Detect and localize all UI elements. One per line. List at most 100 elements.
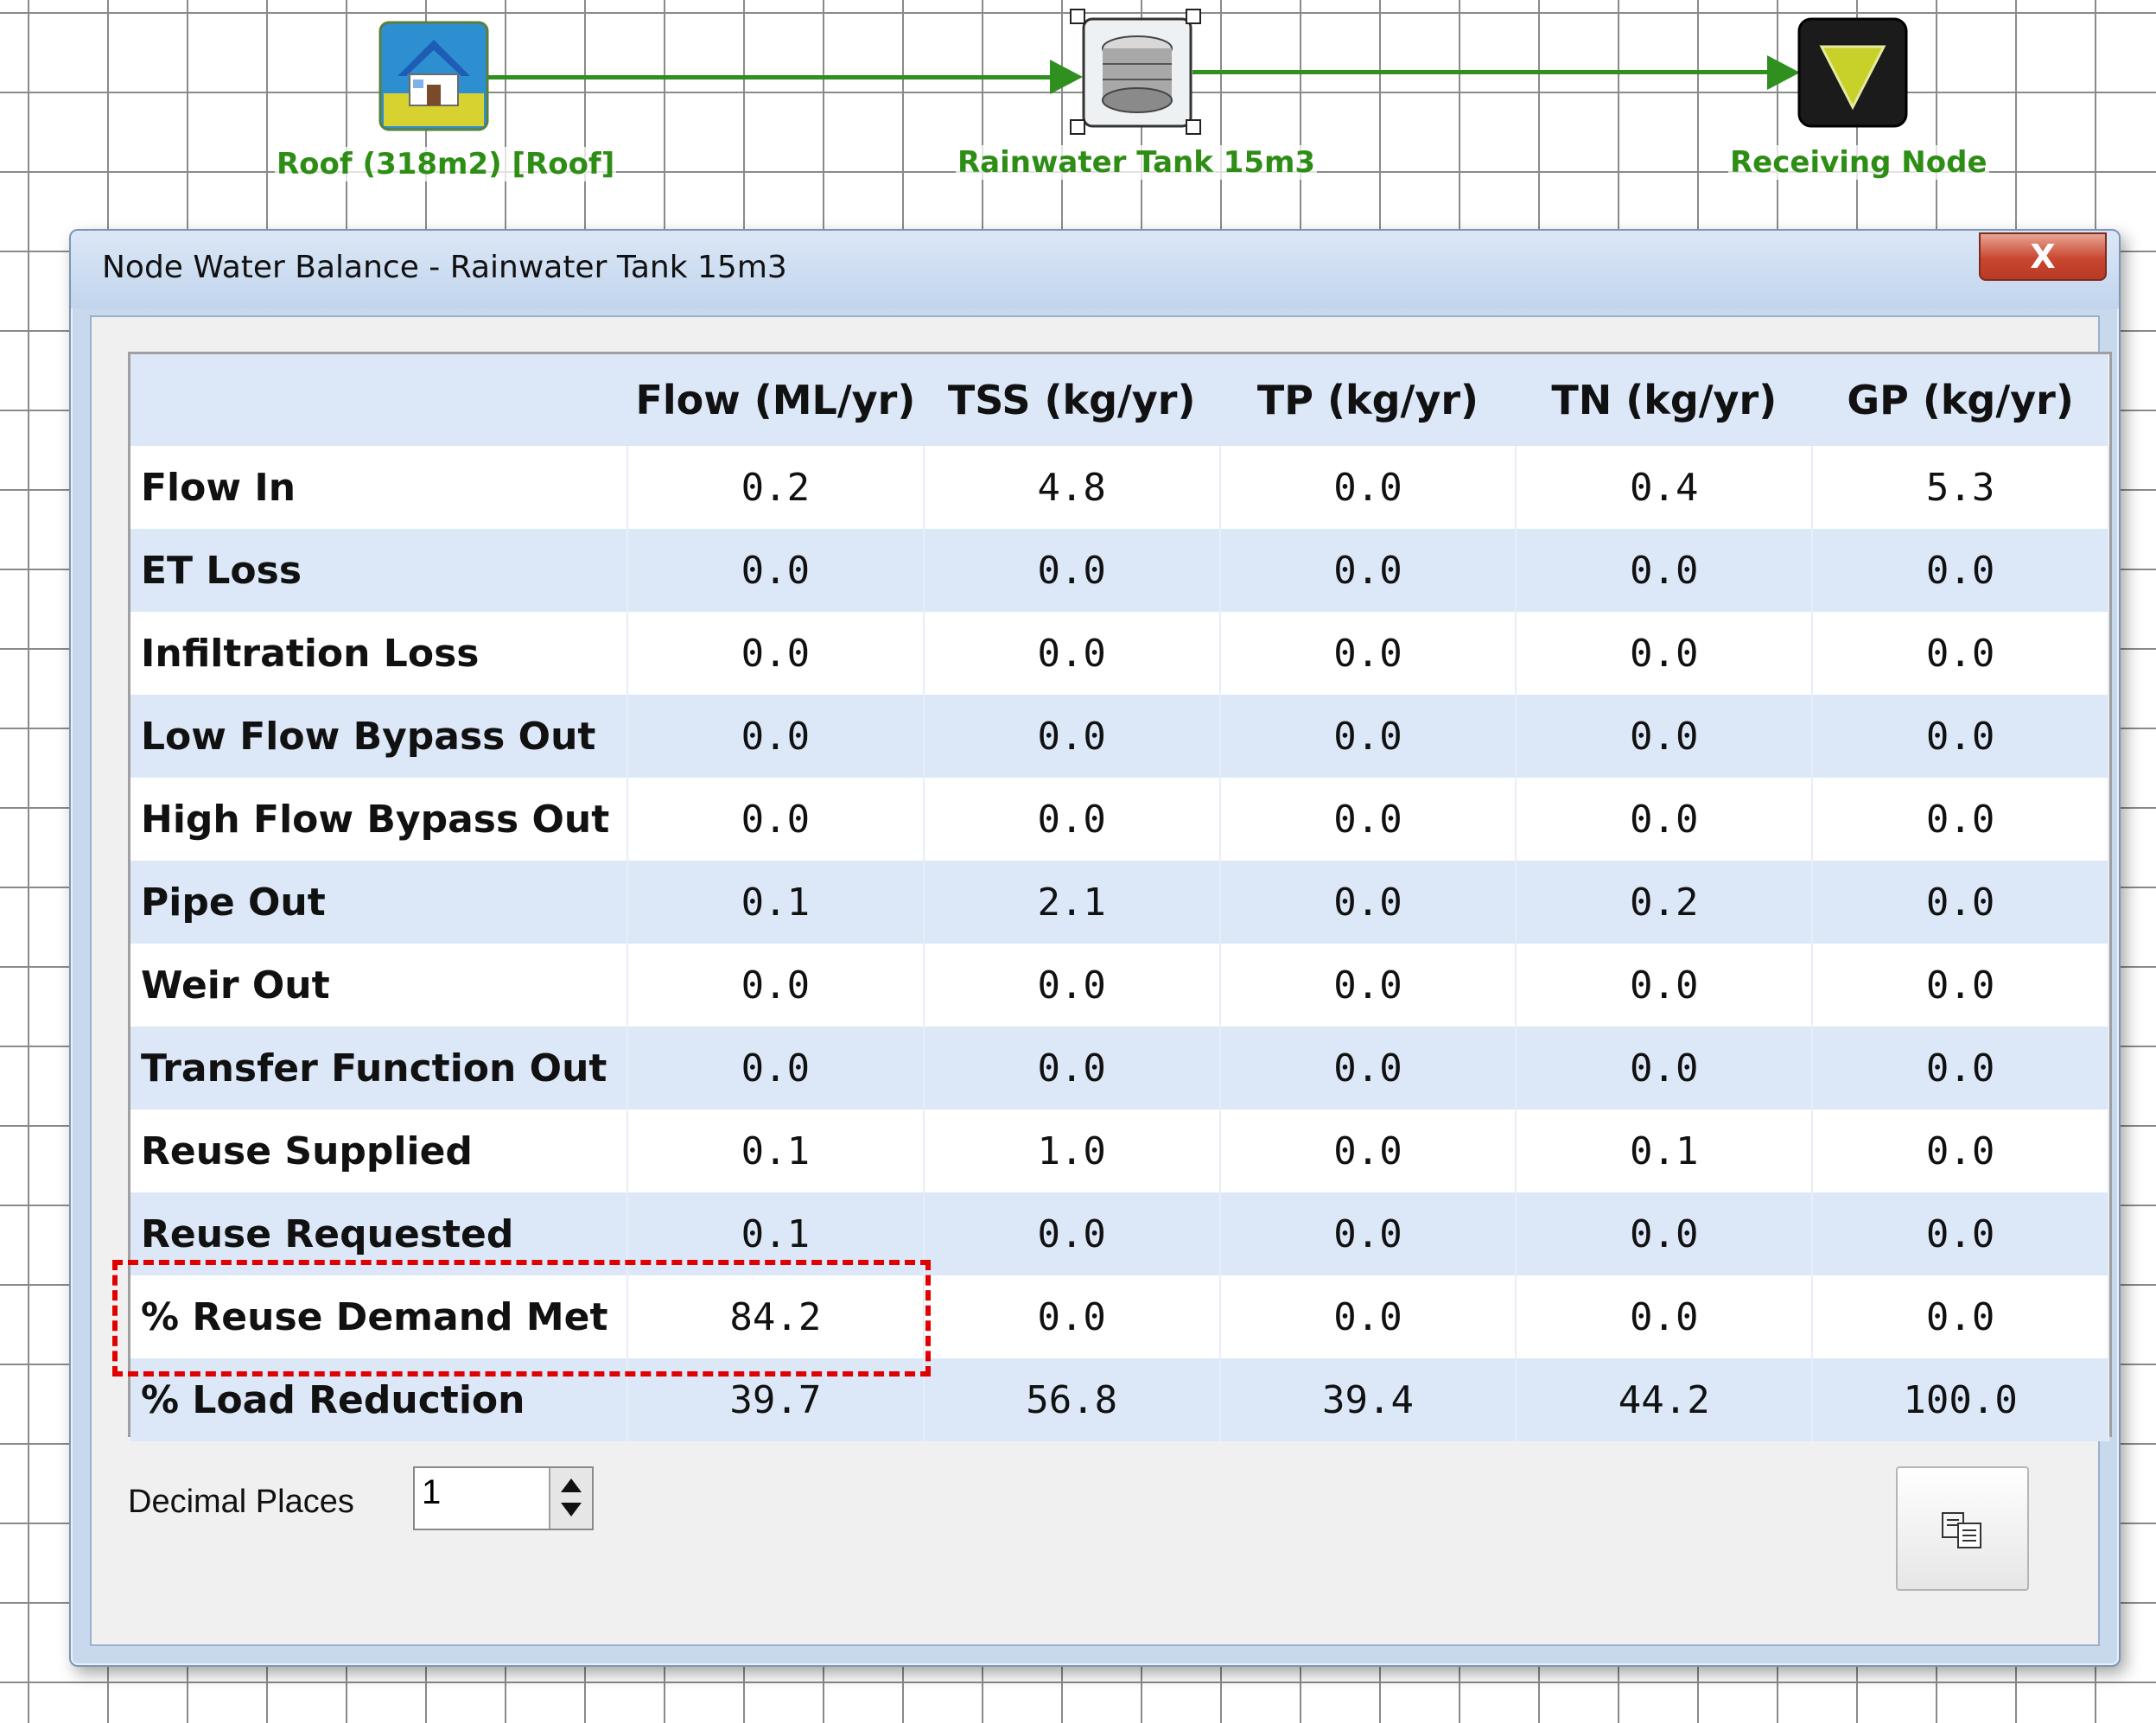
spin-down-icon[interactable] [561,1503,582,1516]
dialog-client-area: Flow (ML/yr) TSS (kg/yr) TP (kg/yr) TN (… [90,315,2112,1646]
table-cell: 0.0 [1812,861,2109,944]
table-cell: 0.0 [1219,1027,1517,1109]
link-tank-to-receiving[interactable] [1192,70,1771,74]
table-cell: 0.0 [1516,1275,1814,1358]
roof-node[interactable] [378,21,489,131]
table-row[interactable]: High Flow Bypass Out 0.0 0.0 0.0 0.0 0.0 [130,778,2109,861]
table-row[interactable]: Infiltration Loss 0.0 0.0 0.0 0.0 0.0 [130,612,2109,695]
table-cell: 0.0 [923,695,1221,778]
table-cell: 0.0 [627,1027,925,1109]
row-label: ET Loss [130,529,628,612]
decimal-places-value[interactable]: 1 [422,1473,441,1512]
table-cell: 0.0 [1219,778,1517,861]
row-label: Transfer Function Out [130,1027,628,1109]
tank-node[interactable] [1082,17,1192,128]
dialog-titlebar[interactable]: Node Water Balance - Rainwater Tank 15m3… [71,231,2119,308]
column-header [130,354,627,446]
table-cell: 0.0 [923,778,1221,861]
spin-buttons[interactable] [549,1468,592,1529]
table-cell: 39.7 [627,1358,925,1441]
copy-icon [1942,1512,1981,1548]
table-cell: 0.0 [1812,944,2109,1027]
table-cell: 0.0 [1219,861,1517,944]
table-cell: 0.0 [1516,529,1814,612]
table-row[interactable]: Flow In 0.2 4.8 0.0 0.4 5.3 [130,446,2109,529]
water-balance-table: Flow (ML/yr) TSS (kg/yr) TP (kg/yr) TN (… [130,354,2109,1441]
table-cell: 0.0 [1812,529,2109,612]
table-cell: 0.0 [627,695,925,778]
table-cell: 39.4 [1219,1358,1517,1441]
table-cell: 0.2 [1516,861,1814,944]
table-cell: 0.1 [627,861,925,944]
table-row[interactable]: ET Loss 0.0 0.0 0.0 0.0 0.0 [130,529,2109,612]
row-label: Infiltration Loss [130,612,628,695]
copy-button[interactable] [1896,1466,2029,1591]
table-row[interactable]: % Reuse Demand Met 84.2 0.0 0.0 0.0 0.0 [130,1275,2109,1358]
table-cell: 0.0 [1516,944,1814,1027]
table-cell: 100.0 [1812,1358,2109,1441]
table-row[interactable]: % Load Reduction 39.7 56.8 39.4 44.2 100.0 [130,1358,2109,1441]
close-button[interactable]: X [1979,232,2107,281]
tank-node-label: Rainwater Tank 15m3 [956,145,1318,180]
table-row[interactable]: Low Flow Bypass Out 0.0 0.0 0.0 0.0 0.0 [130,695,2109,778]
selection-handle[interactable] [1070,9,1085,24]
link-roof-to-tank[interactable] [484,75,1054,79]
table-cell: 0.0 [1219,695,1517,778]
selection-handle[interactable] [1186,119,1201,135]
column-header-gp: GP (kg/yr) [1812,354,2108,446]
table-cell: 0.0 [1219,529,1517,612]
table-cell: 0.0 [627,944,925,1027]
table-cell: 84.2 [627,1275,925,1358]
receiving-node-label: Receiving Node [1728,145,1989,180]
table-cell: 0.0 [627,612,925,695]
column-header-flow: Flow (ML/yr) [627,354,924,446]
receiving-node[interactable] [1797,17,1908,128]
table-cell: 0.0 [1516,612,1814,695]
water-balance-grid[interactable]: Flow (ML/yr) TSS (kg/yr) TP (kg/yr) TN (… [128,352,2112,1441]
table-cell: 0.0 [923,529,1221,612]
table-row[interactable]: Reuse Supplied 0.1 1.0 0.0 0.1 0.0 [130,1109,2109,1192]
table-cell: 0.0 [1516,1027,1814,1109]
table-cell: 0.0 [1219,944,1517,1027]
selection-handle[interactable] [1186,9,1201,24]
close-icon: X [2030,238,2056,276]
link-arrowhead [1050,60,1083,94]
row-label: Reuse Supplied [130,1109,628,1192]
table-cell: 2.1 [923,861,1221,944]
row-label: Reuse Requested [130,1192,628,1275]
spin-up-icon[interactable] [561,1478,582,1492]
dialog-title: Node Water Balance - Rainwater Tank 15m3 [102,250,787,285]
row-label: High Flow Bypass Out [130,778,628,861]
decimal-places-label: Decimal Places [128,1484,354,1520]
table-cell: 56.8 [923,1358,1221,1441]
table-cell: 0.1 [627,1192,925,1275]
table-cell: 0.0 [1812,1192,2109,1275]
node-water-balance-dialog: Node Water Balance - Rainwater Tank 15m3… [69,229,2121,1667]
table-cell: 0.0 [1812,1275,2109,1358]
table-cell: 1.0 [923,1109,1221,1192]
table-cell: 0.0 [1219,1275,1517,1358]
column-header-tn: TN (kg/yr) [1516,354,1813,446]
table-row[interactable]: Transfer Function Out 0.0 0.0 0.0 0.0 0.0 [130,1027,2109,1109]
row-label: Low Flow Bypass Out [130,695,628,778]
table-row[interactable]: Reuse Requested 0.1 0.0 0.0 0.0 0.0 [130,1192,2109,1275]
link-arrowhead [1767,55,1800,90]
table-cell: 0.0 [1516,778,1814,861]
column-header-tp: TP (kg/yr) [1219,354,1517,446]
selection-handle[interactable] [1070,119,1085,135]
table-row[interactable]: Pipe Out 0.1 2.1 0.0 0.2 0.0 [130,861,2109,944]
table-cell: 0.1 [1516,1109,1814,1192]
table-row[interactable]: Weir Out 0.0 0.0 0.0 0.0 0.0 [130,944,2109,1027]
house-icon [378,21,489,131]
table-cell: 4.8 [923,446,1221,529]
table-cell: 0.0 [1516,695,1814,778]
table-cell: 0.0 [1516,1192,1814,1275]
table-cell: 0.1 [627,1109,925,1192]
table-cell: 0.0 [1812,778,2109,861]
decimal-places-stepper[interactable]: 1 [413,1466,594,1530]
table-cell: 0.0 [1812,695,2109,778]
table-cell: 0.0 [923,1192,1221,1275]
table-cell: 0.0 [1812,612,2109,695]
row-label: Pipe Out [130,861,628,944]
table-cell: 0.0 [1219,612,1517,695]
